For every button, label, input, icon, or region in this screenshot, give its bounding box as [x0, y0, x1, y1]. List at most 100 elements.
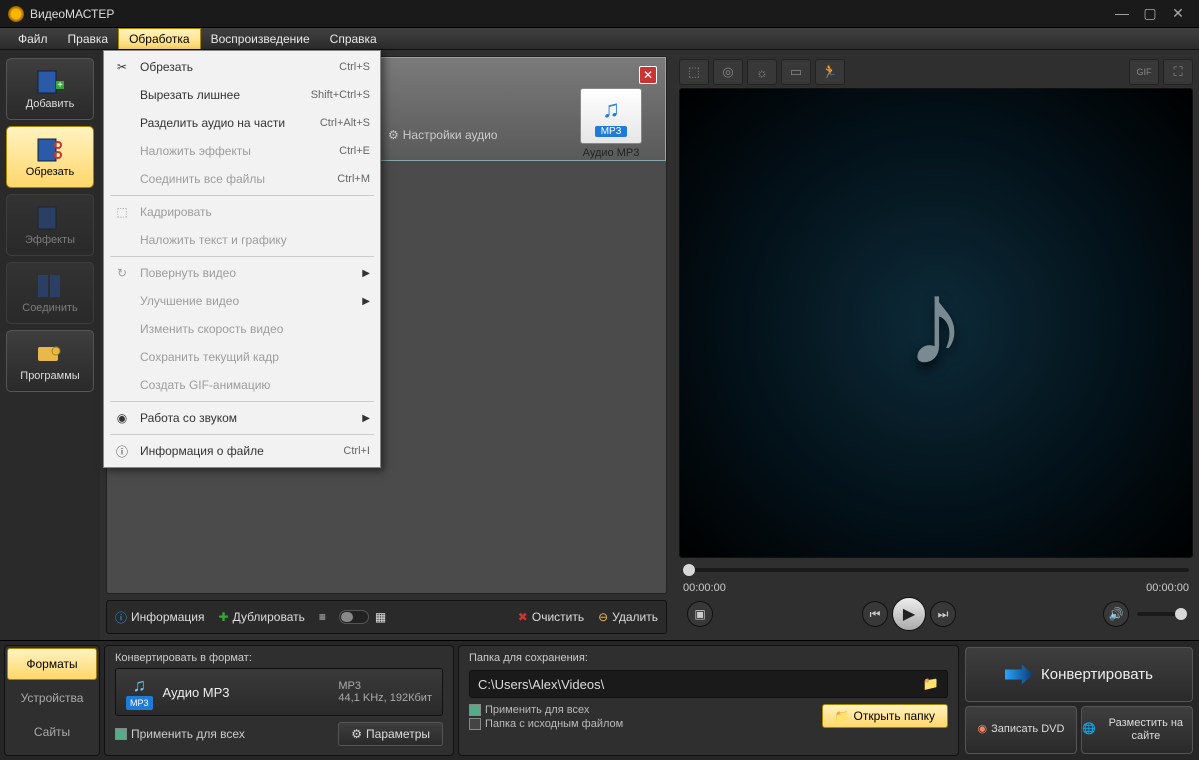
volume-button[interactable]: 🔊	[1103, 601, 1129, 627]
seek-slider[interactable]	[679, 558, 1193, 582]
menu-item: Соединить все файлыCtrl+M	[106, 165, 378, 193]
menu-item-icon	[110, 375, 134, 395]
menu-item: ↻Повернуть видео▶	[106, 259, 378, 287]
menu-edit[interactable]: Правка	[58, 28, 119, 49]
menu-processing[interactable]: Обработка	[118, 28, 201, 49]
upload-site-button[interactable]: 🌐Разместить на сайте	[1081, 706, 1193, 754]
folder-icon[interactable]: 📁	[923, 676, 939, 692]
music-note-icon: ♪	[906, 254, 966, 392]
close-button[interactable]: ✕	[1165, 6, 1191, 22]
tab-formats[interactable]: Форматы	[7, 648, 97, 680]
next-button[interactable]: ⏭	[930, 601, 956, 627]
menu-help[interactable]: Справка	[320, 28, 387, 49]
menu-item[interactable]: ⓘИнформация о файлеCtrl+I	[106, 437, 378, 465]
menu-item[interactable]: ✂ОбрезатьCtrl+S	[106, 53, 378, 81]
menu-item: Наложить эффектыCtrl+E	[106, 137, 378, 165]
sidebar: +Добавить Обрезать Эффекты Соединить Про…	[0, 50, 100, 640]
format-selector[interactable]: ♫MP3 Аудио MP3 MP344,1 KHz, 192Кбит	[115, 668, 443, 716]
menu-item-icon: ✂	[110, 57, 134, 77]
gear-icon: ⚙	[388, 128, 399, 142]
file-remove-button[interactable]: ✕	[639, 66, 657, 84]
preview-text-button[interactable]: ▭	[781, 59, 811, 85]
x-icon: ✖	[518, 610, 528, 624]
burn-dvd-button[interactable]: ◉Записать DVD	[965, 706, 1077, 754]
disc-icon: ◉	[978, 723, 988, 736]
film-plus-icon: +	[35, 68, 65, 96]
menu-item-icon	[110, 347, 134, 367]
volume-slider[interactable]	[1137, 612, 1187, 616]
params-button[interactable]: ⚙Параметры	[338, 722, 443, 746]
menu-item[interactable]: Разделить аудио на частиCtrl+Alt+S	[106, 109, 378, 137]
preview-snapshot-button[interactable]: ◎	[713, 59, 743, 85]
maximize-button[interactable]: ▢	[1137, 6, 1163, 22]
apply-all-checkbox[interactable]: Применить для всех	[115, 727, 245, 741]
time-current: 00:00:00	[683, 582, 726, 594]
menu-item-icon	[110, 230, 134, 250]
view-toggle[interactable]	[339, 610, 369, 624]
save-apply-all-checkbox[interactable]: Применить для всех	[469, 704, 589, 716]
menu-item: Наложить текст и графику	[106, 226, 378, 254]
clear-button[interactable]: ✖Очистить	[518, 610, 584, 624]
save-source-folder-checkbox[interactable]: Папка с исходным файлом	[469, 718, 623, 730]
menu-item-icon	[110, 85, 134, 105]
menu-item: Сохранить текущий кадр	[106, 343, 378, 371]
preview-fullscreen-button[interactable]: ⛶	[1163, 59, 1193, 85]
gear-icon: ⚙	[351, 727, 362, 741]
menu-playback[interactable]: Воспроизведение	[201, 28, 320, 49]
menu-item: ⬚Кадрировать	[106, 198, 378, 226]
save-title: Папка для сохранения:	[469, 652, 948, 664]
key-icon	[35, 340, 65, 368]
view-list-icon[interactable]: ≡	[319, 610, 333, 624]
sidebar-effects[interactable]: Эффекты	[6, 194, 94, 256]
globe-icon: 🌐	[1082, 723, 1096, 736]
preview-gif-button[interactable]: GIF	[1129, 59, 1159, 85]
folder-icon: 📁	[835, 709, 850, 723]
convert-button[interactable]: Конвертировать	[965, 647, 1193, 702]
menu-item: Улучшение видео▶	[106, 287, 378, 315]
sidebar-add[interactable]: +Добавить	[6, 58, 94, 120]
screenshot-button[interactable]: ▣	[687, 601, 713, 627]
play-button[interactable]: ▶	[892, 597, 926, 631]
info-button[interactable]: ⓘИнформация	[115, 609, 205, 626]
menu-item-icon	[110, 291, 134, 311]
menu-item[interactable]: ◉Работа со звуком▶	[106, 404, 378, 432]
menu-item-icon: ◉	[110, 408, 134, 428]
sidebar-join[interactable]: Соединить	[6, 262, 94, 324]
menu-item[interactable]: Вырезать лишнееShift+Ctrl+S	[106, 81, 378, 109]
preview-brightness-button[interactable]: ☼	[747, 59, 777, 85]
info-icon: ⓘ	[115, 609, 127, 626]
menu-item: Создать GIF-анимацию	[106, 371, 378, 399]
sidebar-trim[interactable]: Обрезать	[6, 126, 94, 188]
join-icon	[35, 272, 65, 300]
open-folder-button[interactable]: 📁Открыть папку	[822, 704, 948, 728]
tab-sites[interactable]: Сайты	[7, 716, 97, 748]
arrow-icon	[1005, 665, 1033, 685]
music-note-icon: ♫	[602, 96, 620, 124]
preview-canvas: ♪	[679, 88, 1193, 558]
duplicate-button[interactable]: ✚Дублировать	[219, 610, 305, 624]
effects-icon	[35, 204, 65, 232]
delete-button[interactable]: ⊖Удалить	[598, 610, 658, 624]
preview-speed-button[interactable]: 🏃	[815, 59, 845, 85]
view-grid-icon[interactable]: ▦	[375, 610, 389, 624]
menu-item-icon	[110, 169, 134, 189]
minimize-button[interactable]: —	[1109, 6, 1135, 22]
file-format-card[interactable]: ♫MP3 Аудио MP3	[573, 88, 649, 159]
audio-settings-link[interactable]: ⚙Настройки аудио	[388, 128, 497, 142]
preview-pane: ⬚ ◎ ☼ ▭ 🏃 GIF ⛶ ♪ 00:00:0000:00:00 ▣ ⏮ ▶…	[673, 50, 1199, 640]
menu-file[interactable]: Файл	[8, 28, 58, 49]
preview-crop-button[interactable]: ⬚	[679, 59, 709, 85]
menu-item-icon: ↻	[110, 263, 134, 283]
film-cut-icon	[35, 136, 65, 164]
save-path-field[interactable]: C:\Users\Alex\Videos\📁	[469, 670, 948, 698]
sidebar-programs[interactable]: Программы	[6, 330, 94, 392]
chevron-right-icon: ▶	[362, 268, 370, 279]
menu-item: Изменить скорость видео	[106, 315, 378, 343]
app-icon	[8, 6, 24, 22]
minus-icon: ⊖	[598, 610, 608, 624]
prev-button[interactable]: ⏮	[862, 601, 888, 627]
menu-item-icon	[110, 319, 134, 339]
window-title: ВидеоМАСТЕР	[30, 7, 1107, 21]
menu-item-icon	[110, 141, 134, 161]
tab-devices[interactable]: Устройства	[7, 682, 97, 714]
